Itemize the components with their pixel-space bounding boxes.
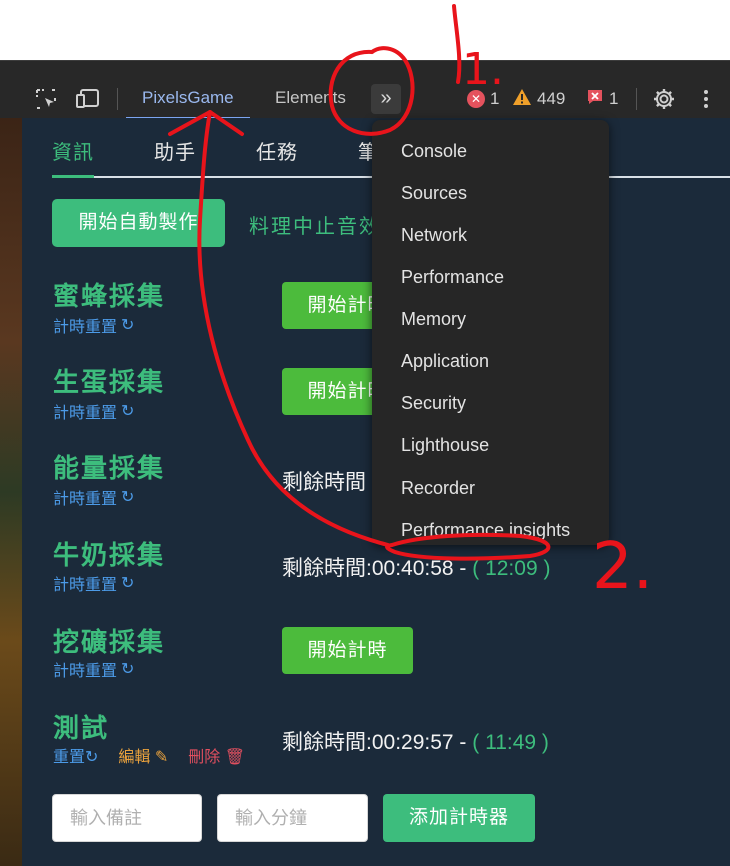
annotation-label-1: 1. xyxy=(462,44,504,95)
issues-count: 1 xyxy=(609,89,619,108)
edit-label: 編輯 xyxy=(118,749,151,766)
warning-count: 449 xyxy=(537,89,566,108)
refresh-icon: ↻ xyxy=(121,403,135,420)
remaining-label: 剩餘時間:00:29:57 - xyxy=(282,731,473,754)
timer-title-test: 測試 xyxy=(53,713,110,743)
refresh-icon: ↻ xyxy=(121,661,135,678)
reset-label: 計時重置 xyxy=(53,491,118,508)
tab-pixelsgame[interactable]: PixelsGame xyxy=(126,87,250,119)
timer-title-egg: 生蛋採集 xyxy=(53,367,166,397)
tab-assistant[interactable]: 助手 xyxy=(154,136,196,165)
reset-label: 計時重置 xyxy=(53,319,118,336)
menu-item-memory[interactable]: Memory xyxy=(401,309,466,330)
remaining-label: 剩餘時間:00:40:58 - xyxy=(282,557,473,580)
trash-icon: 🗑 xyxy=(220,749,246,766)
warning-icon xyxy=(512,88,532,111)
game-background-strip xyxy=(0,118,22,866)
cook-stop-sound-label[interactable]: 料理中止音效 xyxy=(249,210,381,239)
menu-item-recorder[interactable]: Recorder xyxy=(401,478,475,499)
timer-title-milk: 牛奶採集 xyxy=(53,540,166,570)
timer-actions-test: 重置↻ 編輯 ✎ 刪除 🗑 xyxy=(53,743,245,767)
add-timer-button[interactable]: 添加計時器 xyxy=(383,794,535,842)
timer-reset-mining[interactable]: 計時重置 ↻ xyxy=(53,657,134,681)
menu-item-lighthouse[interactable]: Lighthouse xyxy=(401,435,489,456)
reset-link[interactable]: 重置↻ xyxy=(53,743,98,767)
remaining-time-energy: 剩餘時間 xyxy=(282,471,366,494)
tab-elements[interactable]: Elements xyxy=(275,87,346,119)
tab-info[interactable]: 資訊 xyxy=(52,136,94,165)
devtools-toolbar: PixelsGame Elements » ✕ 1 449 1 xyxy=(0,60,730,119)
menu-item-sources[interactable]: Sources xyxy=(401,183,467,204)
reset-label: 計時重置 xyxy=(53,663,118,680)
timer-title-energy: 能量採集 xyxy=(53,453,166,483)
refresh-icon: ↻ xyxy=(121,489,135,506)
inspect-element-icon[interactable] xyxy=(33,86,59,112)
timer-reset-milk[interactable]: 計時重置 ↻ xyxy=(53,571,134,595)
more-tabs-menu: Console Sources Network Performance Memo… xyxy=(372,120,609,545)
tab-info-label: 資訊 xyxy=(52,142,94,164)
timer-reset-energy[interactable]: 計時重置 ↻ xyxy=(53,485,134,509)
menu-item-performance[interactable]: Performance xyxy=(401,267,504,288)
start-timer-button-mining[interactable]: 開始計時 xyxy=(282,627,413,674)
timer-reset-bee[interactable]: 計時重置 ↻ xyxy=(53,313,134,337)
edit-icon: ✎ xyxy=(150,749,169,766)
issues-count-badge[interactable]: 1 xyxy=(586,88,618,110)
tab-tasks[interactable]: 任務 xyxy=(256,136,298,165)
warning-count-badge[interactable]: 449 xyxy=(512,88,565,110)
edit-link[interactable]: 編輯 ✎ xyxy=(118,743,168,767)
reset-label: 重置 xyxy=(53,749,86,766)
timer-title-mining: 挖礦採集 xyxy=(53,627,166,657)
minutes-input[interactable]: 輸入分鐘 xyxy=(217,794,368,842)
annotation-label-2: 2. xyxy=(592,530,654,604)
refresh-icon: ↻ xyxy=(85,749,99,766)
reset-label: 計時重置 xyxy=(53,577,118,594)
delete-link[interactable]: 刪除 🗑 xyxy=(188,743,245,767)
issues-icon xyxy=(586,88,604,111)
timer-reset-egg[interactable]: 計時重置 ↻ xyxy=(53,399,134,423)
menu-item-network[interactable]: Network xyxy=(401,225,467,246)
menu-item-security[interactable]: Security xyxy=(401,393,466,414)
kebab-menu-icon[interactable] xyxy=(693,86,719,112)
refresh-icon: ↻ xyxy=(121,575,135,592)
refresh-icon: ↻ xyxy=(121,317,135,334)
settings-gear-icon[interactable] xyxy=(651,86,677,112)
active-tab-indicator xyxy=(52,175,94,178)
menu-item-console[interactable]: Console xyxy=(401,141,467,162)
remaining-time-milk: 剩餘時間:00:40:58 - ( 12:09 ) xyxy=(282,552,550,582)
timer-title-bee: 蜜蜂採集 xyxy=(53,281,166,311)
start-auto-craft-button[interactable]: 開始自動製作 xyxy=(52,199,225,247)
toolbar-divider xyxy=(636,88,637,110)
toolbar-divider xyxy=(117,88,118,110)
more-tabs-button[interactable]: » xyxy=(371,84,401,114)
reset-label: 計時重置 xyxy=(53,405,118,422)
delete-label: 刪除 xyxy=(188,749,221,766)
menu-item-application[interactable]: Application xyxy=(401,351,489,372)
end-time: ( 11:49 ) xyxy=(472,731,549,754)
menu-item-performance-insights[interactable]: Performance insights xyxy=(401,520,570,541)
end-time: ( 12:09 ) xyxy=(472,557,551,580)
device-toolbar-icon[interactable] xyxy=(75,86,101,112)
remaining-time-test: 剩餘時間:00:29:57 - ( 11:49 ) xyxy=(282,726,549,756)
note-input[interactable]: 輸入備註 xyxy=(52,794,202,842)
